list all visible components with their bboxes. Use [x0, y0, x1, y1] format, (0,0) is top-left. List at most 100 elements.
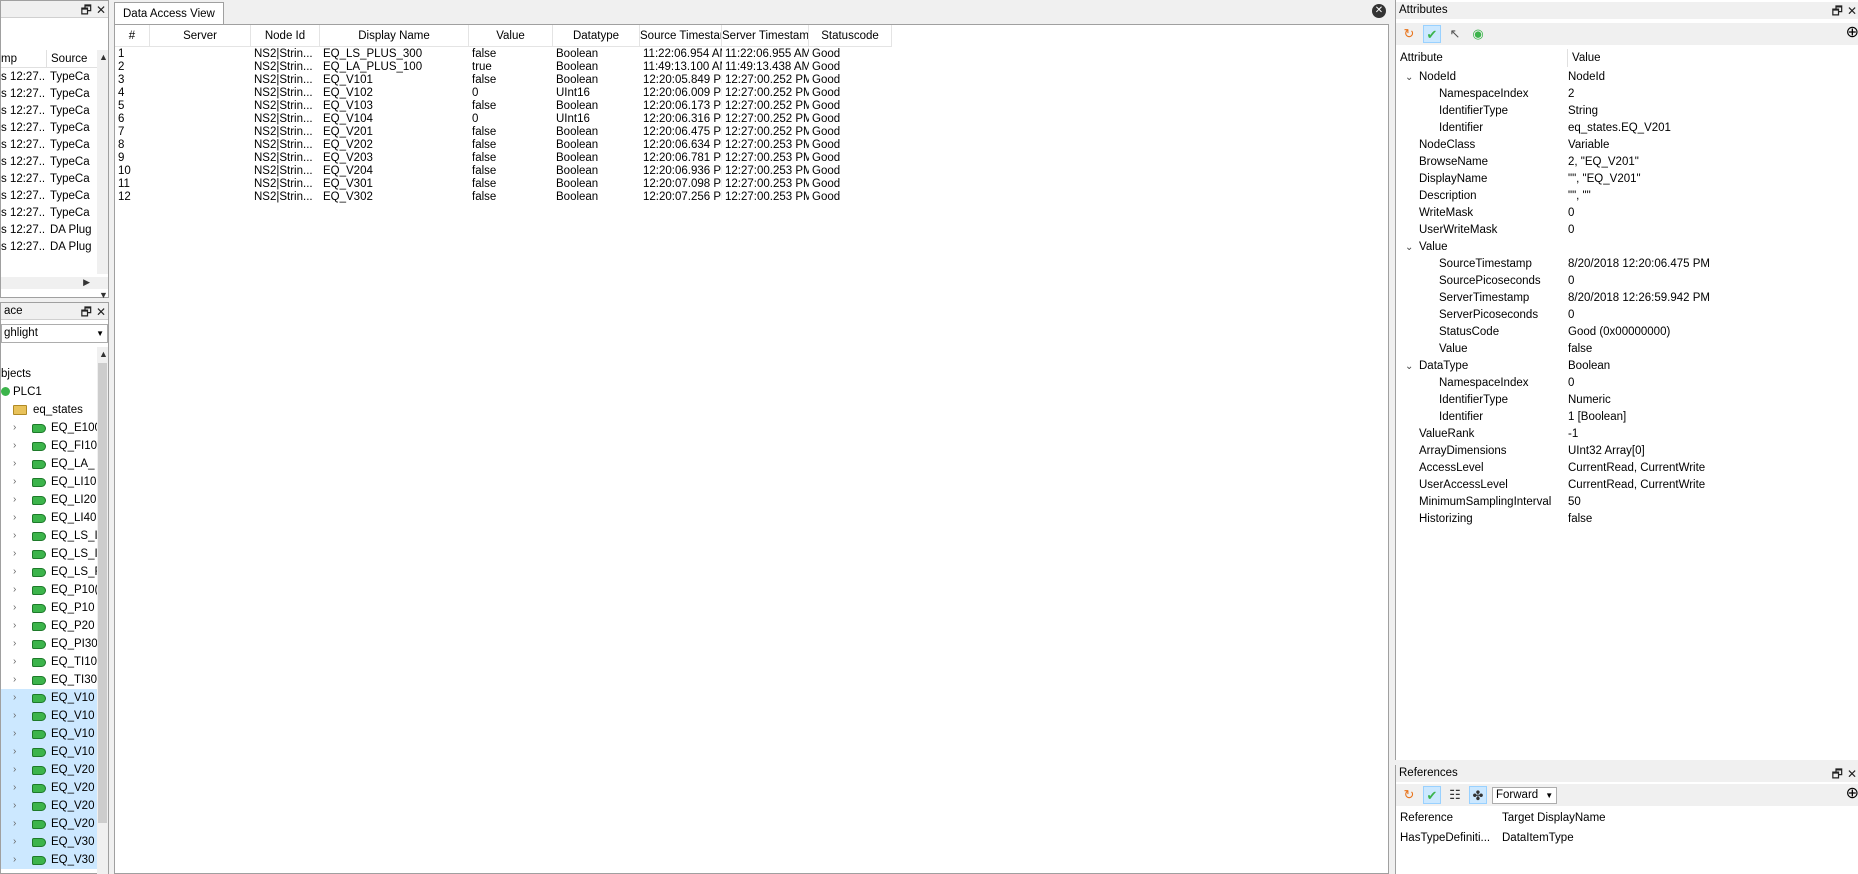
table-row[interactable]: s 12:27... TypeCa [1, 171, 98, 188]
tree-item[interactable]: › EQ_LS_I [1, 545, 98, 563]
tree-item[interactable]: › EQ_P10( [1, 581, 98, 599]
chevron-down-icon[interactable]: ⌄ [1405, 239, 1413, 256]
chevron-right-icon[interactable]: › [13, 473, 16, 491]
chevron-right-icon[interactable]: › [13, 851, 16, 869]
attribute-row[interactable]: NodeClass Variable [1396, 137, 1858, 154]
tree-item[interactable]: › EQ_TI30 [1, 671, 98, 689]
tree-item[interactable]: › EQ_FI10 [1, 437, 98, 455]
tree-item[interactable]: › EQ_V30 [1, 833, 98, 851]
chevron-right-icon[interactable]: › [13, 527, 16, 545]
tree-item[interactable]: › EQ_V10 [1, 725, 98, 743]
table-row[interactable]: s 12:27... TypeCa [1, 137, 98, 154]
scroll-up-icon[interactable]: ▲ [99, 52, 108, 62]
attribute-row[interactable]: IdentifierType String [1396, 103, 1858, 120]
chevron-right-icon[interactable]: › [13, 689, 16, 707]
column-header-time[interactable]: mp [1, 50, 46, 67]
attribute-row[interactable]: ArrayDimensions UInt32 Array[0] [1396, 443, 1858, 460]
tree-item[interactable]: eq_states [1, 401, 98, 419]
table-row[interactable]: 11 NS2|Strin... EQ_V301 false Boolean 12:20:0… [115, 178, 892, 191]
float-icon[interactable]: 🗗 [81, 306, 92, 318]
close-icon[interactable]: ✕ [96, 4, 106, 16]
table-row[interactable]: s 12:27... TypeCa [1, 205, 98, 222]
table-row[interactable]: 12 NS2|Strin... EQ_V302 false Boolean 12:20:0… [115, 191, 892, 204]
chevron-right-icon[interactable]: › [13, 599, 16, 617]
float-icon[interactable]: 🗗 [1832, 768, 1843, 780]
tree-item[interactable]: › EQ_P20 [1, 617, 98, 635]
table-row[interactable]: s 12:27... TypeCa [1, 120, 98, 137]
chevron-right-icon[interactable]: › [13, 617, 16, 635]
attribute-row[interactable]: Identifier eq_states.EQ_V201 [1396, 120, 1858, 137]
chevron-down-icon[interactable]: ⌄ [1405, 69, 1413, 86]
close-icon[interactable]: ✕ [1372, 4, 1386, 18]
attribute-row[interactable]: StatusCode Good (0x00000000) [1396, 324, 1858, 341]
tree-item[interactable]: › EQ_V20 [1, 779, 98, 797]
tree-item[interactable]: › EQ_V10 [1, 689, 98, 707]
tree-item[interactable]: › EQ_LI10 [1, 473, 98, 491]
chevron-down-icon[interactable]: ⌄ [1405, 358, 1413, 375]
attribute-row[interactable]: ⌄ DataType Boolean [1396, 358, 1858, 375]
chevron-right-icon[interactable]: › [13, 833, 16, 851]
chevron-right-icon[interactable]: › [13, 581, 16, 599]
table-row[interactable]: 10 NS2|Strin... EQ_V204 false Boolean 12:20:0… [115, 165, 892, 178]
tree-item[interactable]: › EQ_V20 [1, 797, 98, 815]
table-row[interactable]: 6 NS2|Strin... EQ_V104 0 UInt16 12:20:06.316 … [115, 113, 892, 126]
column-header-source[interactable]: Source [46, 50, 98, 67]
vertical-scrollbar[interactable]: ▲ [97, 347, 108, 874]
table-row[interactable]: s 12:27... DA Plug [1, 239, 98, 256]
chevron-right-icon[interactable]: › [13, 797, 16, 815]
attribute-row[interactable]: MinimumSamplingInterval 50 [1396, 494, 1858, 511]
attribute-row[interactable]: ValueRank -1 [1396, 426, 1858, 443]
attribute-row[interactable]: IdentifierType Numeric [1396, 392, 1858, 409]
chevron-right-icon[interactable]: › [13, 509, 16, 527]
table-row[interactable]: 9 NS2|Strin... EQ_V203 false Boolean 12:20:06… [115, 152, 892, 165]
table-row[interactable]: 8 NS2|Strin... EQ_V202 false Boolean 12:20:06… [115, 139, 892, 152]
scrollbar-thumb[interactable] [98, 363, 107, 823]
chevron-right-icon[interactable]: › [13, 437, 16, 455]
attribute-row[interactable]: Value false [1396, 341, 1858, 358]
attribute-row[interactable]: Description "", "" [1396, 188, 1858, 205]
attribute-row[interactable]: ServerTimestamp 8/20/2018 12:26:59.942 PM [1396, 290, 1858, 307]
column-header-target-displayname[interactable]: Target DisplayName [1498, 809, 1858, 827]
filter-combobox[interactable]: ghlight ▼ [1, 324, 108, 343]
tree-item[interactable]: › EQ_LI40 [1, 509, 98, 527]
tree-item[interactable]: › EQ_V30 [1, 851, 98, 869]
float-icon[interactable]: 🗗 [1832, 5, 1843, 17]
attribute-row[interactable]: SourceTimestamp 8/20/2018 12:20:06.475 PM [1396, 256, 1858, 273]
column-header-node-id[interactable]: Node Id [251, 25, 320, 47]
table-row[interactable]: s 12:27... TypeCa [1, 86, 98, 103]
attribute-row[interactable]: BrowseName 2, "EQ_V201" [1396, 154, 1858, 171]
tree-item[interactable]: › EQ_E100 [1, 419, 98, 437]
close-icon[interactable]: ✕ [1847, 5, 1857, 17]
table-row[interactable]: 3 NS2|Strin... EQ_V101 false Boolean 12:20:05… [115, 74, 892, 87]
column-header-reference[interactable]: Reference [1396, 809, 1498, 827]
table-row[interactable]: 5 NS2|Strin... EQ_V103 false Boolean 12:20:06… [115, 100, 892, 113]
attribute-row[interactable]: NamespaceIndex 2 [1396, 86, 1858, 103]
attribute-row[interactable]: UserWriteMask 0 [1396, 222, 1858, 239]
cursor-icon[interactable]: ↖ [1446, 25, 1464, 43]
table-row[interactable]: 1 NS2|Strin... EQ_LS_PLUS_300 false Boolean 1… [115, 48, 892, 61]
scroll-right-icon[interactable]: ▶ [83, 277, 90, 288]
scroll-up-icon[interactable]: ▲ [99, 349, 108, 359]
refresh-icon[interactable]: ↻ [1400, 786, 1418, 804]
tree-item[interactable]: PLC1 [1, 383, 98, 401]
tree-item[interactable]: › EQ_V20 [1, 761, 98, 779]
tree-item[interactable]: › EQ_LI20 [1, 491, 98, 509]
chevron-right-icon[interactable]: › [13, 761, 16, 779]
record-icon[interactable]: ◉ [1469, 25, 1487, 43]
attribute-row[interactable]: ⌄ Value [1396, 239, 1858, 256]
table-row[interactable]: 7 NS2|Strin... EQ_V201 false Boolean 12:20:06… [115, 126, 892, 139]
attribute-row[interactable]: Identifier 1 [Boolean] [1396, 409, 1858, 426]
table-row[interactable]: HasTypeDefiniti... DataItemType [1396, 829, 1858, 846]
direction-combobox[interactable]: Forward ▼ [1492, 786, 1558, 804]
tree-item[interactable]: bjects [1, 365, 98, 383]
column-header-source-timestamp[interactable]: Source Timestamp [640, 25, 722, 47]
column-header-number[interactable]: # [115, 25, 150, 47]
column-header-datatype[interactable]: Datatype [553, 25, 640, 47]
table-row[interactable]: s 12:27... TypeCa [1, 69, 98, 86]
network-icon[interactable]: ✤ [1469, 786, 1487, 804]
attribute-row[interactable]: DisplayName "", "EQ_V201" [1396, 171, 1858, 188]
column-header-display-name[interactable]: Display Name [320, 25, 469, 47]
tree-item[interactable]: › EQ_V10 [1, 743, 98, 761]
attribute-row[interactable]: ⌄ NodeId NodeId [1396, 69, 1858, 86]
attribute-row[interactable]: Historizing false [1396, 511, 1858, 528]
